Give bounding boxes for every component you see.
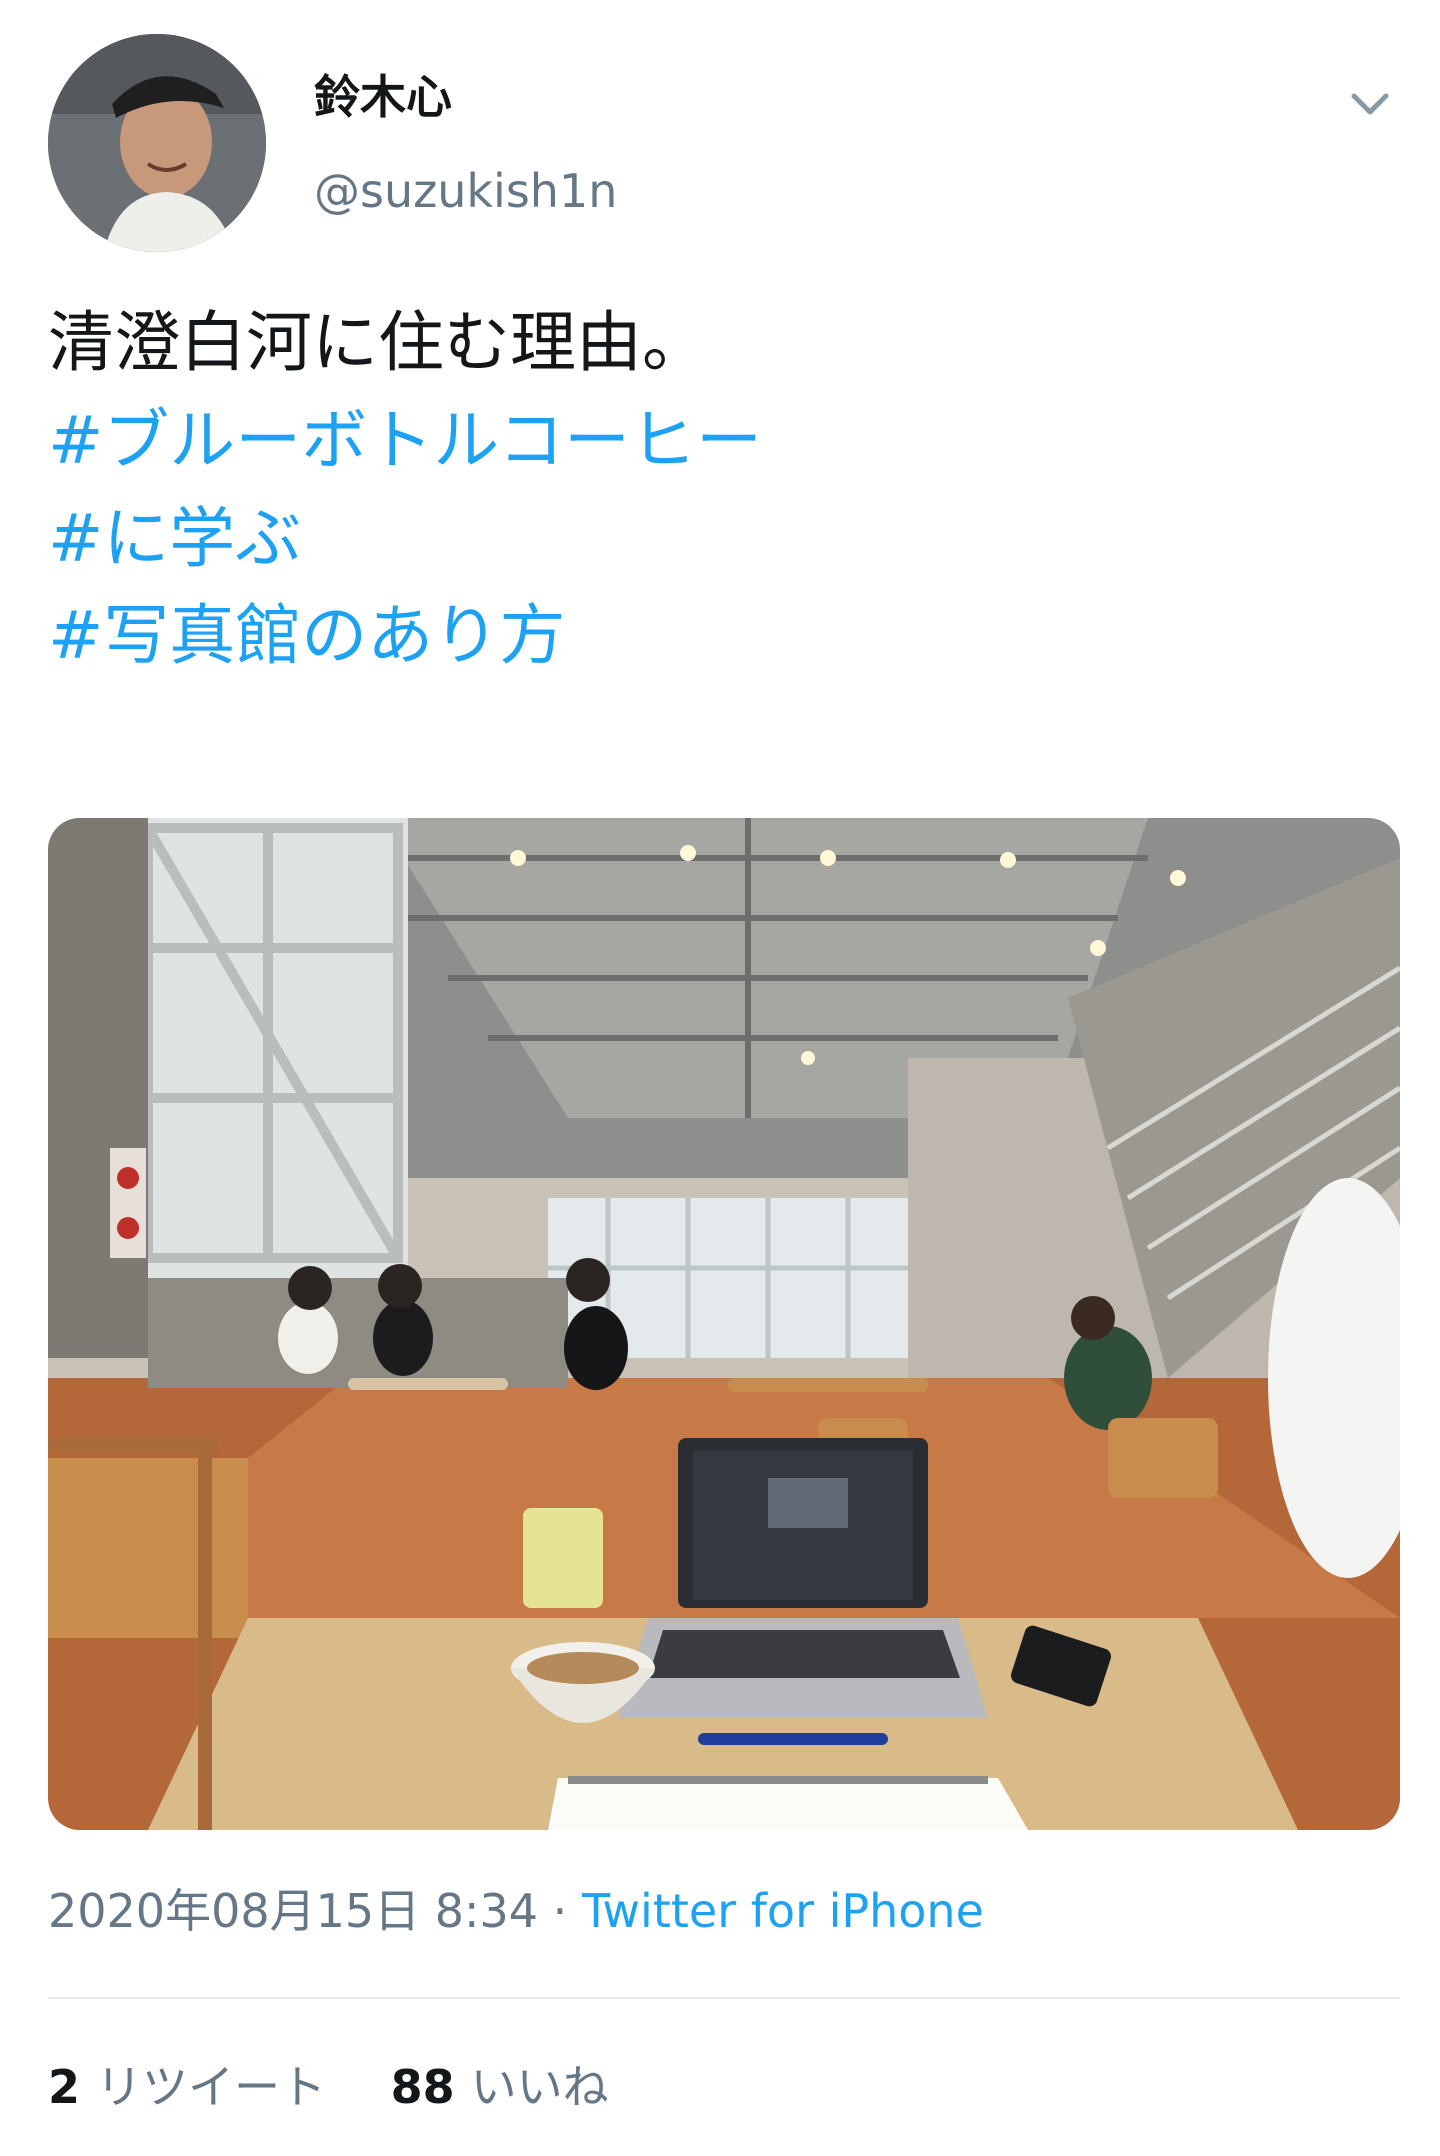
like-count: 88 [390,2060,455,2114]
tweet-photo[interactable] [48,818,1400,1830]
chevron-down-icon[interactable] [1340,74,1400,134]
tweet-stats: 2 リツイート 88 いいね [48,2060,659,2115]
meta-separator: · [538,1884,582,1938]
hashtag-link[interactable]: #ブルーボトルコーヒー [48,398,1408,484]
like-stat[interactable]: 88 いいね [391,2060,609,2115]
tweet-meta: 2020年08月15日 8:34 · Twitter for iPhone [48,1884,984,1939]
retweet-stat[interactable]: 2 リツイート [48,2060,326,2115]
tweet-body: 清澄白河に住む理由。 #ブルーボトルコーヒー #に学ぶ #写真館のあり方 [48,300,1408,691]
cafe-interior-photo-icon [48,818,1400,1830]
tweet-card: 鈴木心 @suzukish1n 清澄白河に住む理由。 #ブルーボトルコーヒー #… [0,0,1440,2156]
avatar[interactable] [48,34,266,252]
hashtag-link[interactable]: #写真館のあり方 [48,593,1408,679]
profile-photo-icon [48,34,266,252]
retweet-count: 2 [48,2060,81,2114]
timestamp[interactable]: 2020年08月15日 8:34 [48,1884,538,1938]
hashtag-link[interactable]: #に学ぶ [48,496,1408,582]
tweet-text: 清澄白河に住む理由。 [48,304,708,381]
divider [48,1997,1400,1999]
user-handle[interactable]: @suzukish1n [314,164,617,219]
retweet-label: リツイート [96,2060,327,2114]
display-name[interactable]: 鈴木心 [314,70,452,125]
source-link[interactable]: Twitter for iPhone [582,1884,984,1938]
tweet-header: 鈴木心 @suzukish1n [48,34,1408,259]
like-label: いいね [470,2060,609,2114]
